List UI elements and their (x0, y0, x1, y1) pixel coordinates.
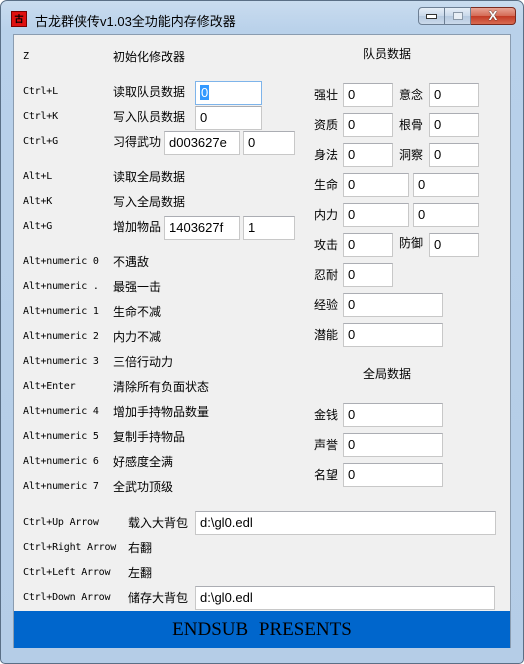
stat-input-experience[interactable]: 0 (343, 293, 443, 317)
skill-id-input[interactable]: d003627e (164, 131, 240, 155)
hotkey-label: 习得武功 (113, 135, 162, 149)
hotkey-key: Alt+numeric 1 (23, 306, 99, 317)
stat-label-aptitude: 资质 (314, 118, 339, 132)
stat-input-attack[interactable]: 0 (343, 233, 393, 257)
stat-input-bone[interactable]: 0 (429, 113, 479, 137)
hotkey-label: 储存大背包 (128, 591, 189, 605)
stat-label-potential: 潜能 (314, 328, 339, 342)
global-label-reputation: 声誉 (314, 438, 339, 452)
hotkey-key: Alt+L (23, 171, 53, 182)
stat-label-defense: 防御 (399, 236, 424, 250)
close-button[interactable]: X (471, 7, 516, 25)
global-input-fame[interactable]: 0 (343, 463, 443, 487)
hotkey-label: 清除所有负面状态 (113, 380, 210, 394)
hotkey-label: 读取队员数据 (113, 85, 186, 99)
app-window: 古 古龙群侠传v1.03全功能内存修改器 X Z 初始化修改器 Ctrl+L 读… (0, 0, 524, 664)
hotkey-label: 写入队员数据 (113, 110, 186, 124)
stat-label-strength: 强壮 (314, 88, 339, 102)
maximize-icon (452, 12, 463, 20)
hotkey-label: 右翻 (128, 541, 153, 555)
global-data-heading: 全局数据 (363, 367, 412, 381)
hotkey-label: 好感度全满 (113, 455, 174, 469)
minimize-icon (426, 13, 437, 19)
skill-level-input[interactable]: 0 (243, 131, 295, 155)
hotkey-key: Ctrl+Right Arrow (23, 542, 117, 553)
stat-input-potential[interactable]: 0 (343, 323, 443, 347)
stat-label-bone: 根骨 (399, 118, 424, 132)
stat-input-strength[interactable]: 0 (343, 83, 393, 107)
hotkey-key: Ctrl+K (23, 111, 58, 122)
stat-label-agility: 身法 (314, 148, 339, 162)
maximize-button[interactable] (445, 7, 471, 25)
save-backpack-path-input[interactable]: d:\gl0.edl (195, 586, 495, 610)
stat-label-attack: 攻击 (314, 238, 339, 252)
hotkey-key: Alt+numeric 0 (23, 256, 99, 267)
stat-label-inner-power: 内力 (314, 208, 339, 222)
hotkey-key: Ctrl+G (23, 136, 58, 147)
title-bar[interactable]: 古 古龙群侠传v1.03全功能内存修改器 X (1, 1, 523, 33)
hotkey-label: 内力不减 (113, 330, 162, 344)
client-area: Z 初始化修改器 Ctrl+L 读取队员数据 0 Ctrl+K 写入队员数据 0… (13, 34, 511, 648)
item-id-input[interactable]: 1403627f (164, 216, 240, 240)
hotkey-key: Alt+K (23, 196, 53, 207)
hotkey-key: Ctrl+Up Arrow (23, 517, 99, 528)
hotkey-label: 读取全局数据 (113, 170, 186, 184)
hotkey-key: Alt+numeric . (23, 281, 99, 292)
member-data-heading: 队员数据 (363, 47, 412, 61)
hotkey-key: Alt+numeric 5 (23, 431, 99, 442)
hotkey-label: 复制手持物品 (113, 430, 186, 444)
stat-label-insight: 洞察 (399, 148, 424, 162)
caption-buttons: X (418, 7, 516, 26)
stat-label-endurance: 忍耐 (314, 268, 339, 282)
hotkey-key: Alt+numeric 4 (23, 406, 99, 417)
hotkey-key: Alt+numeric 7 (23, 481, 99, 492)
stat-label-experience: 经验 (314, 298, 339, 312)
stat-input-insight[interactable]: 0 (429, 143, 479, 167)
global-label-money: 金钱 (314, 408, 339, 422)
hotkey-label: 初始化修改器 (113, 50, 186, 64)
global-input-reputation[interactable]: 0 (343, 433, 443, 457)
hotkey-label: 三倍行动力 (113, 355, 174, 369)
stat-label-life: 生命 (314, 178, 339, 192)
global-label-fame: 名望 (314, 468, 339, 482)
hotkey-key: Alt+numeric 6 (23, 456, 99, 467)
global-input-money[interactable]: 0 (343, 403, 443, 427)
close-icon: X (488, 8, 498, 23)
hotkey-key: Alt+numeric 2 (23, 331, 99, 342)
hotkey-label: 左翻 (128, 566, 153, 580)
hotkey-label: 不遇敌 (113, 255, 150, 269)
stat-input-inner-power[interactable]: 0 (343, 203, 409, 227)
hotkey-key: Z (23, 51, 29, 62)
presents-banner: ENDSUB PRESENTS (14, 611, 510, 648)
hotkey-key: Alt+numeric 3 (23, 356, 99, 367)
load-backpack-path-input[interactable]: d:\gl0.edl (195, 511, 496, 535)
window-title: 古龙群侠传v1.03全功能内存修改器 (35, 14, 236, 29)
stat-label-will: 意念 (399, 88, 424, 102)
minimize-button[interactable] (418, 7, 445, 25)
stat-input-aptitude[interactable]: 0 (343, 113, 393, 137)
hotkey-label: 生命不减 (113, 305, 162, 319)
stat-input-agility[interactable]: 0 (343, 143, 393, 167)
hotkey-label: 增加物品 (113, 220, 162, 234)
hotkey-label: 载入大背包 (128, 516, 189, 530)
stat-input-will[interactable]: 0 (429, 83, 479, 107)
hotkey-key: Ctrl+L (23, 86, 58, 97)
hotkey-label: 全武功顶级 (113, 480, 174, 494)
stat-input-life[interactable]: 0 (343, 173, 409, 197)
item-count-input[interactable]: 1 (243, 216, 295, 240)
stat-input-defense[interactable]: 0 (429, 233, 479, 257)
stat-input-inner-power-max[interactable]: 0 (413, 203, 479, 227)
hotkey-key: Alt+Enter (23, 381, 76, 392)
hotkey-key: Ctrl+Down Arrow (23, 592, 111, 603)
hotkey-key: Ctrl+Left Arrow (23, 567, 111, 578)
hotkey-label: 写入全局数据 (113, 195, 186, 209)
stat-input-life-max[interactable]: 0 (413, 173, 479, 197)
hotkey-key: Alt+G (23, 221, 53, 232)
hotkey-label: 增加手持物品数量 (113, 405, 210, 419)
app-icon: 古 (11, 11, 27, 27)
member-index-read-input[interactable]: 0 (195, 81, 262, 105)
member-index-write-input[interactable]: 0 (195, 106, 262, 130)
stat-input-endurance[interactable]: 0 (343, 263, 393, 287)
hotkey-label: 最强一击 (113, 280, 162, 294)
